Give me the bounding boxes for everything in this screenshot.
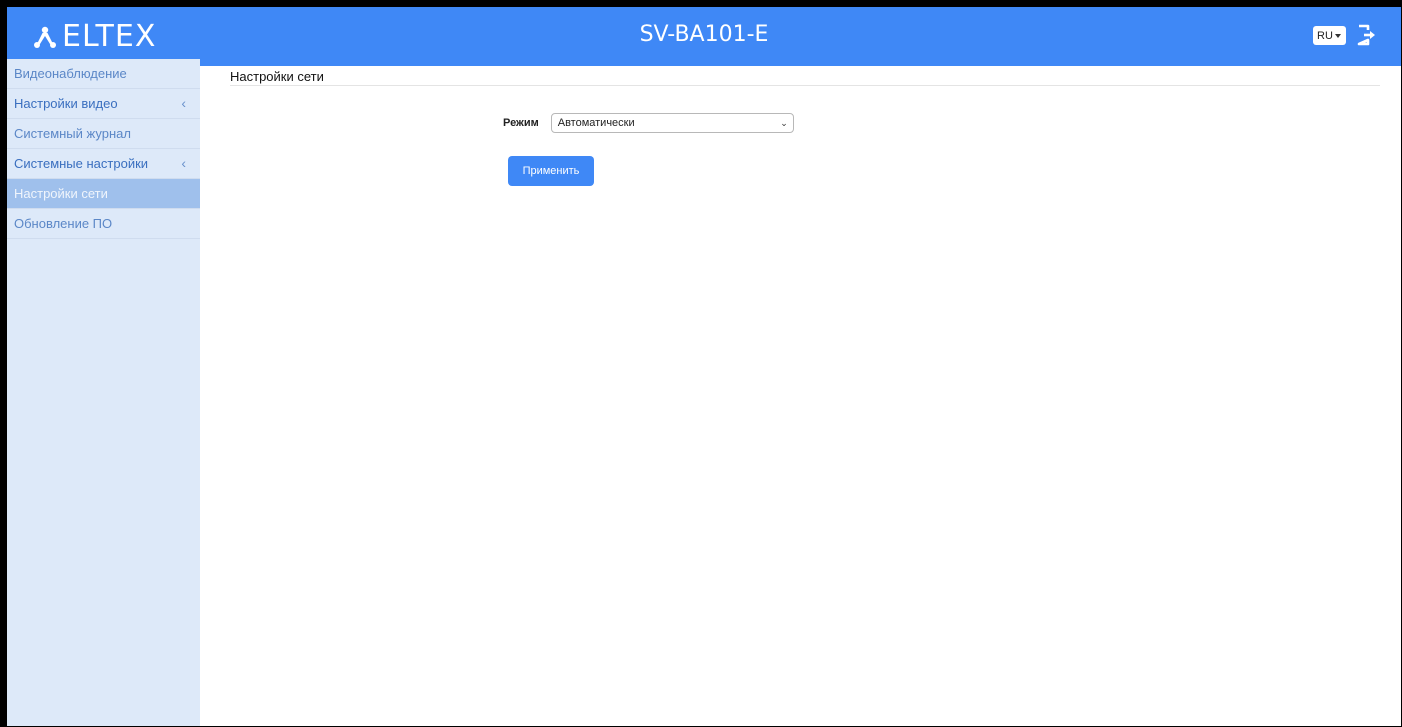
sidebar-item-network-settings[interactable]: Настройки сети [7,179,200,209]
sidebar-item-system-log[interactable]: Системный журнал [7,119,200,149]
sidebar-item-label: Настройки сети [14,186,108,201]
main-content: Настройки сети Режим Автоматически ⌄ При… [230,59,1380,186]
sidebar-item-firmware-update[interactable]: Обновление ПО [7,209,200,239]
mode-label: Режим [503,117,539,129]
sidebar-item-system-settings[interactable]: Системные настройки ‹ [7,149,200,179]
window-frame [0,0,1402,727]
logout-icon[interactable] [1356,23,1378,47]
sidebar-item-label: Настройки видео [14,96,118,111]
chevron-down-icon: ⌄ [780,118,788,128]
sidebar-item-video-settings[interactable]: Настройки видео ‹ [7,89,200,119]
language-select[interactable]: RU [1313,26,1346,45]
sidebar-item-video-surveillance[interactable]: Видеонаблюдение [7,59,200,89]
chevron-left-icon: ‹ [181,155,186,171]
sidebar-item-label: Системный журнал [14,126,131,141]
caret-down-icon [1335,34,1341,38]
apply-button[interactable]: Применить [508,156,594,186]
sidebar: Видеонаблюдение Настройки видео ‹ Систем… [7,59,200,726]
page-title: Настройки сети [230,59,1380,86]
sidebar-item-label: Обновление ПО [14,216,113,231]
chevron-left-icon: ‹ [181,95,186,111]
language-value: RU [1317,29,1333,42]
device-name: SV-BA101-E [639,22,769,47]
mode-select-value: Автоматически [557,117,635,129]
mode-row: Режим Автоматически ⌄ [503,113,794,133]
top-header: ELTEX SV-BA101-E RU [7,7,1401,66]
sidebar-item-label: Системные настройки [14,156,149,171]
sidebar-item-label: Видеонаблюдение [14,66,127,81]
mode-select[interactable]: Автоматически ⌄ [550,113,794,133]
